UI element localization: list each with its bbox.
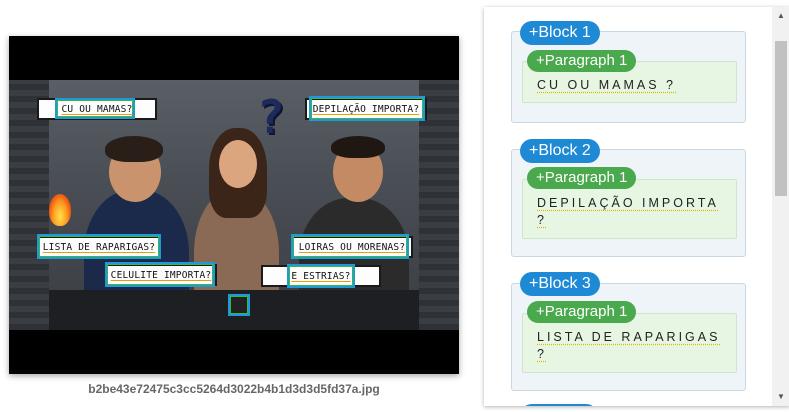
- annotation-viewer: ? CU OU MAMAS? DEPILAÇÃO IMPORTA? LISTA …: [0, 0, 789, 412]
- detection-box-7[interactable]: [228, 294, 250, 316]
- block-3-paragraph-1-text: LISTA DE RAPARIGAS ?: [537, 330, 721, 361]
- image-preview: ? CU OU MAMAS? DEPILAÇÃO IMPORTA? LISTA …: [9, 36, 459, 374]
- block-2-paragraph-1-badge[interactable]: +Paragraph 1: [527, 167, 637, 189]
- block-4-badge-partial[interactable]: [520, 404, 598, 406]
- block-3-badge[interactable]: +Block 3: [520, 272, 600, 296]
- question-mark-icon: ?: [257, 90, 285, 144]
- scroll-thumb[interactable]: [775, 41, 787, 196]
- block-3[interactable]: LISTA DE RAPARIGAS ?: [511, 283, 746, 391]
- detection-box-5[interactable]: [291, 234, 409, 259]
- detection-box-3[interactable]: [37, 234, 161, 259]
- detection-box-1[interactable]: [55, 98, 135, 119]
- block-1-badge[interactable]: +Block 1: [520, 21, 600, 45]
- person-center-face: [219, 140, 257, 188]
- block-3-paragraph-1-badge[interactable]: +Paragraph 1: [527, 301, 637, 323]
- down-arrow-icon[interactable]: ▼: [772, 390, 789, 404]
- block-2-paragraph-1-text: DEPILAÇÃO IMPORTA ?: [537, 196, 719, 227]
- block-1-paragraph-1-text: CU OU MAMAS ?: [537, 78, 677, 92]
- flame-icon: [49, 194, 71, 226]
- detection-box-6[interactable]: [287, 264, 355, 288]
- annotation-panel[interactable]: CU OU MAMAS ? +Block 1 +Paragraph 1 DEPI…: [484, 7, 789, 406]
- block-2[interactable]: DEPILAÇÃO IMPORTA ?: [511, 149, 746, 257]
- detection-box-2[interactable]: [309, 96, 425, 121]
- image-filename: b2be43e72475c3cc5264d3022b4b1d3d3d5fd37a…: [88, 382, 380, 396]
- block-2-badge[interactable]: +Block 2: [520, 139, 600, 163]
- block-1-paragraph-1-badge[interactable]: +Paragraph 1: [527, 50, 637, 72]
- detection-box-4[interactable]: [105, 262, 215, 287]
- up-arrow-icon[interactable]: ▲: [772, 9, 789, 23]
- person-left-hair: [105, 136, 163, 162]
- person-right-hair: [331, 136, 385, 158]
- vertical-scrollbar[interactable]: ▲ ▼: [772, 7, 789, 406]
